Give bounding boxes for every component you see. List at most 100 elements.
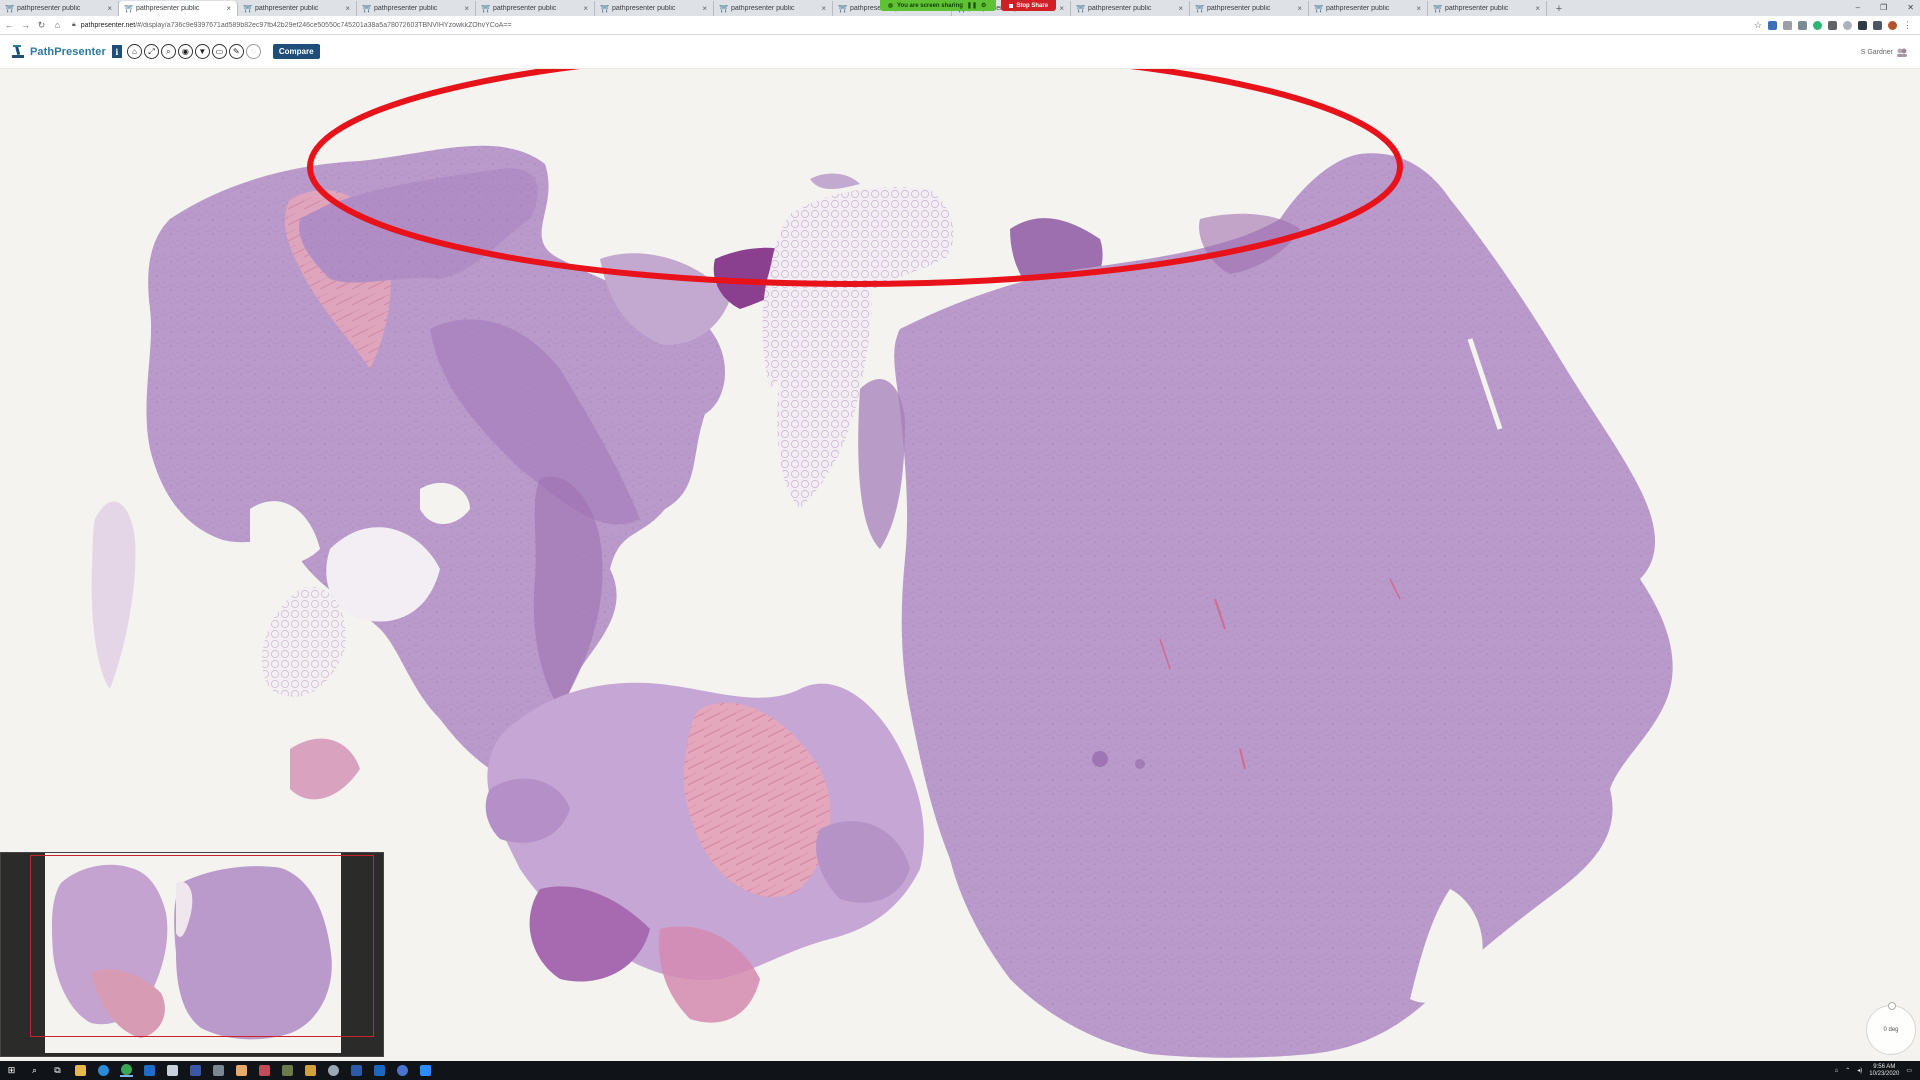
- tab-label: pathpresenter public: [136, 5, 200, 12]
- tab-close-icon[interactable]: ×: [1535, 4, 1540, 13]
- new-tab-button[interactable]: +: [1551, 1, 1567, 16]
- browser-tab[interactable]: ⛩pathpresenter public ×: [714, 1, 833, 16]
- tab-label: pathpresenter public: [17, 5, 81, 12]
- rotation-dial[interactable]: 0 deg: [1866, 1002, 1916, 1055]
- tab-close-icon[interactable]: ×: [1416, 4, 1421, 13]
- browser-tab[interactable]: ⛩pathpresenter public ×: [1190, 1, 1309, 16]
- extension-icon[interactable]: [1828, 20, 1837, 30]
- notification-icon[interactable]: ▭: [1906, 1067, 1912, 1074]
- compare-button[interactable]: Compare: [272, 44, 320, 59]
- tissue-lower-fragments: [485, 682, 924, 1023]
- rotation-handle-icon[interactable]: [1888, 1002, 1896, 1010]
- browser-tab[interactable]: ⛩pathpresenter public ×: [1309, 1, 1428, 16]
- overview-minimap[interactable]: [0, 852, 384, 1057]
- rotate-button[interactable]: ◌: [245, 44, 261, 59]
- tab-close-icon[interactable]: ×: [821, 4, 826, 13]
- user-avatar-icon: [1897, 48, 1907, 57]
- extension-icon[interactable]: [1813, 20, 1822, 30]
- extension-icon[interactable]: [1858, 20, 1867, 30]
- network-icon[interactable]: ⌂: [1835, 1068, 1839, 1074]
- url-field[interactable]: 🔒︎ pathpresenter.net /#/display/a736c9e9…: [72, 19, 1722, 32]
- extension-icon[interactable]: [1768, 20, 1777, 30]
- extension-icon[interactable]: [1783, 20, 1792, 30]
- maximize-button[interactable]: ❐: [1880, 3, 1887, 12]
- app-icon[interactable]: [304, 1064, 317, 1077]
- zoom-app-icon[interactable]: [419, 1064, 432, 1077]
- user-menu[interactable]: S Gardner: [1861, 35, 1908, 69]
- snapshot-button[interactable]: ◉: [177, 44, 193, 59]
- share-pause-icon[interactable]: ❚❚: [967, 2, 977, 9]
- browser-tab[interactable]: ⛩pathpresenter public ×: [238, 1, 357, 16]
- edge-icon[interactable]: [97, 1064, 110, 1077]
- task-view-icon[interactable]: ⧉: [51, 1064, 64, 1077]
- tab-close-icon[interactable]: ×: [702, 4, 707, 13]
- tab-close-icon[interactable]: ×: [1297, 4, 1302, 13]
- volume-icon[interactable]: ◂): [1857, 1067, 1862, 1074]
- profile-avatar[interactable]: [1888, 20, 1897, 30]
- tab-close-icon[interactable]: ×: [107, 4, 112, 13]
- chrome-icon[interactable]: [120, 1064, 133, 1077]
- tab-close-icon[interactable]: ×: [583, 4, 588, 13]
- search-icon[interactable]: ⌕: [28, 1064, 41, 1077]
- stop-share-label: Stop Share: [1016, 2, 1049, 9]
- app-icon[interactable]: [166, 1064, 179, 1077]
- share-settings-icon[interactable]: ⚙: [981, 2, 986, 9]
- filter-button[interactable]: ▼: [194, 44, 210, 59]
- os-taskbar: ⊞ ⌕ ⧉ ⌂ ⌃ ◂) 9:56 AM 10/23/2020 ▭: [0, 1061, 1920, 1080]
- outlook-icon[interactable]: [143, 1064, 156, 1077]
- info-button[interactable]: i: [111, 45, 122, 58]
- extension-icon[interactable]: [1843, 20, 1852, 30]
- browser-tab[interactable]: ⛩pathpresenter public ×: [1071, 1, 1190, 16]
- present-button[interactable]: ▭: [211, 44, 227, 59]
- viewport-indicator[interactable]: [30, 855, 374, 1037]
- tab-favicon-icon: ⛩: [1195, 5, 1204, 13]
- annotate-button[interactable]: ✎: [228, 44, 244, 59]
- app-icon[interactable]: [373, 1064, 386, 1077]
- tab-close-icon[interactable]: ×: [464, 4, 469, 13]
- close-window-button[interactable]: ✕: [1907, 3, 1914, 12]
- screen-share-status: You are screen sharing ❚❚ ⚙: [880, 0, 997, 11]
- app-icon[interactable]: [189, 1064, 202, 1077]
- app-icon[interactable]: [212, 1064, 225, 1077]
- tab-favicon-icon: ⛩: [481, 5, 490, 13]
- back-icon[interactable]: ←: [3, 19, 16, 32]
- clock-date: 10/23/2020: [1869, 1070, 1900, 1077]
- clock[interactable]: 9:56 AM 10/23/2020: [1869, 1064, 1899, 1078]
- extension-icon[interactable]: [1873, 20, 1882, 30]
- tab-close-icon[interactable]: ×: [1059, 4, 1064, 13]
- tab-close-icon[interactable]: ×: [345, 4, 350, 13]
- app-icon[interactable]: [327, 1064, 340, 1077]
- tab-favicon-icon: ⛩: [243, 5, 252, 13]
- tab-close-icon[interactable]: ×: [1178, 4, 1183, 13]
- browser-tab[interactable]: ⛩pathpresenter public ×: [0, 1, 119, 16]
- app-icon[interactable]: [235, 1064, 248, 1077]
- slide-viewer[interactable]: 0 deg: [0, 69, 1920, 1061]
- fullscreen-button[interactable]: ⤢: [143, 44, 159, 59]
- forward-icon[interactable]: →: [19, 19, 32, 32]
- tray-arrow-icon[interactable]: ⌃: [1845, 1067, 1850, 1074]
- zoom-button[interactable]: ⌕: [160, 44, 176, 59]
- browser-tab[interactable]: ⛩pathpresenter public ×: [595, 1, 714, 16]
- browser-tab[interactable]: ⛩pathpresenter public ×: [476, 1, 595, 16]
- app-icon[interactable]: [258, 1064, 271, 1077]
- home-icon[interactable]: ⌂: [51, 19, 64, 32]
- browser-tab[interactable]: ⛩pathpresenter public ×: [357, 1, 476, 16]
- browser-tab[interactable]: ⛩pathpresenter public ×: [1428, 1, 1547, 16]
- reload-icon[interactable]: ↻: [35, 19, 48, 32]
- microscope-logo-icon: [10, 44, 26, 60]
- app-icon[interactable]: [396, 1064, 409, 1077]
- app-icon[interactable]: [350, 1064, 363, 1077]
- minimize-button[interactable]: –: [1856, 3, 1860, 12]
- brand-name: PathPresenter: [30, 45, 106, 58]
- bookmark-star-icon[interactable]: ☆: [1754, 20, 1762, 31]
- browser-menu-icon[interactable]: ⋮: [1903, 20, 1912, 31]
- tab-close-icon[interactable]: ×: [226, 4, 231, 13]
- browser-tab[interactable]: ⛩pathpresenter public ×: [119, 1, 238, 16]
- file-explorer-icon[interactable]: [74, 1064, 87, 1077]
- stop-share-button[interactable]: Stop Share: [1001, 0, 1057, 11]
- brand[interactable]: PathPresenter: [10, 44, 106, 60]
- app-icon[interactable]: [281, 1064, 294, 1077]
- extension-icon[interactable]: [1798, 20, 1807, 30]
- home-view-button[interactable]: ⌂: [126, 44, 142, 59]
- start-icon[interactable]: ⊞: [5, 1064, 18, 1077]
